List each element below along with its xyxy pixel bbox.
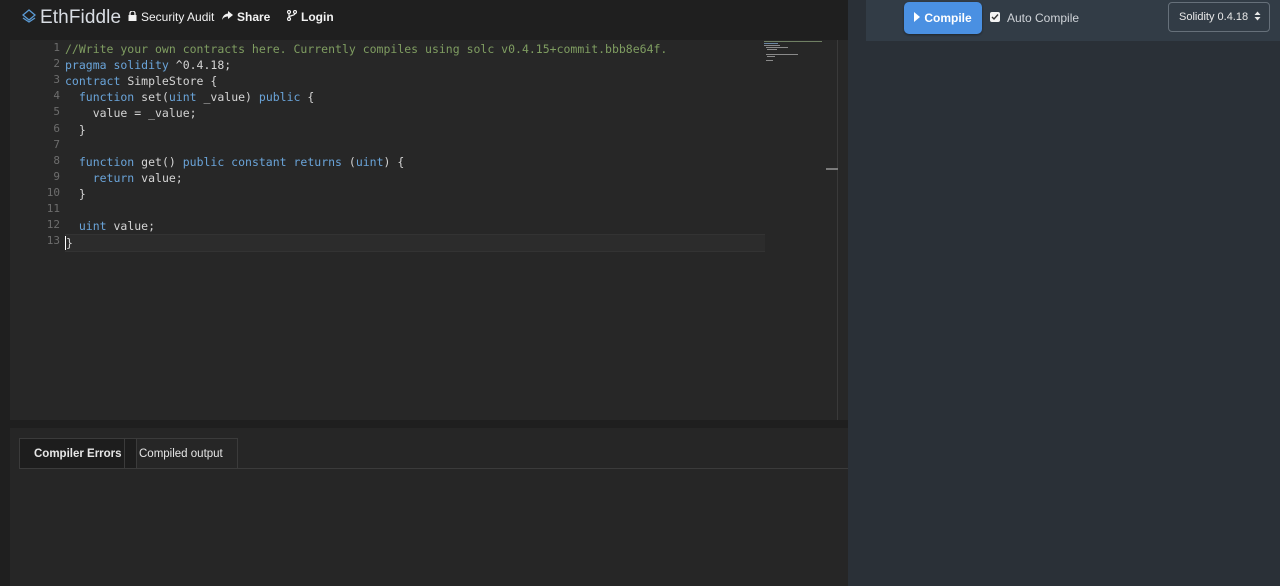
check-icon (991, 8, 999, 26)
solidity-version-value: Solidity 0.4.18 (1179, 11, 1249, 23)
code-token: _value) (196, 90, 259, 105)
code-line[interactable]: pragma solidity ^0.4.18; (65, 57, 231, 73)
code-token: } (65, 186, 86, 201)
code-line[interactable]: function set(uint _value) public { (65, 89, 314, 105)
code-token: public constant returns (182, 154, 342, 169)
code-token: return (65, 170, 135, 185)
line-number: 2 (53, 57, 60, 71)
line-number: 8 (53, 153, 60, 167)
code-token: uint (168, 90, 197, 105)
code-token: contract (65, 74, 121, 89)
brand[interactable]: EthFiddle (21, 7, 122, 29)
lock-icon (128, 10, 137, 24)
editor-scrollbar[interactable] (826, 40, 838, 420)
share-icon (222, 10, 233, 24)
code-token: ^0.4.18; (168, 58, 232, 73)
code-editor[interactable]: 1 2 3 4 5 6 7 8 9 10 11 12 13 //Write your own contr… (10, 40, 848, 420)
auto-compile-checkbox[interactable] (990, 12, 1000, 22)
git-branch-icon (286, 9, 298, 24)
code-line[interactable]: } (65, 186, 86, 202)
share-label: Share (237, 10, 271, 24)
code-line[interactable]: value = _value; (65, 105, 197, 121)
code-line[interactable]: } (65, 122, 86, 138)
login-label: Login (301, 10, 334, 24)
code-line[interactable]: contract SimpleStore { (65, 73, 217, 89)
tab-compiled-output[interactable]: Compiled output (124, 438, 238, 469)
brand-name: EthFiddle (40, 7, 122, 28)
login-link[interactable]: Login (286, 9, 334, 24)
line-number: 11 (46, 202, 60, 215)
code-line[interactable]: uint value; (65, 218, 155, 234)
ethfiddle-logo-icon (21, 8, 37, 28)
code-token: } (65, 236, 73, 251)
code-token: ( (341, 154, 356, 169)
code-token: } (65, 122, 86, 137)
line-number: 13 (46, 234, 60, 248)
line-number: 4 (53, 89, 60, 103)
code-token: value; (106, 219, 156, 234)
code-line[interactable]: function get() public constant returns (… (65, 154, 404, 170)
security-audit-link[interactable]: Security Audit (128, 10, 214, 24)
output-panel: Compiler Errors Compiled output (10, 428, 848, 586)
code-token: //Write your own contracts here. Current… (65, 42, 668, 56)
code-token: value; (134, 170, 183, 185)
security-audit-label: Security Audit (141, 10, 215, 24)
code-token: function (65, 90, 135, 105)
tab-divider (19, 468, 848, 469)
select-arrows-icon (1254, 10, 1261, 25)
line-number: 9 (53, 169, 60, 183)
code-token: ) { (383, 154, 405, 169)
code-minimap[interactable] (764, 40, 836, 62)
line-number: 1 (53, 41, 60, 54)
code-line[interactable]: } (65, 234, 765, 253)
line-number: 6 (53, 121, 60, 135)
play-icon (914, 11, 921, 25)
code-token: get() (134, 154, 183, 169)
code-token: SimpleStore { (120, 74, 218, 89)
scroll-position-marker (826, 168, 838, 170)
line-number: 12 (46, 218, 60, 232)
auto-compile-label: Auto Compile (1007, 11, 1080, 25)
line-number: 7 (53, 137, 60, 151)
compile-toolbar: Compile Auto Compile Solidity 0.4.18 (866, 0, 1280, 41)
tab-compiler-errors[interactable]: Compiler Errors (19, 438, 137, 469)
code-token: set( (134, 90, 169, 105)
line-number: 5 (53, 105, 60, 119)
code-line[interactable]: //Write your own contracts here. Current… (65, 41, 667, 57)
code-token: { (300, 90, 315, 105)
line-number: 3 (53, 73, 60, 87)
code-token: value = _value; (65, 106, 197, 121)
line-number-gutter: 1 2 3 4 5 6 7 8 9 10 11 12 13 (10, 40, 60, 420)
code-token: public (258, 90, 301, 105)
right-panel: Compile Auto Compile Solidity 0.4.18 (848, 0, 1280, 586)
code-token: function (65, 154, 135, 169)
code-token: uint (355, 154, 384, 169)
line-number: 10 (46, 185, 60, 199)
code-token: uint (65, 219, 107, 234)
compile-label: Compile (924, 11, 972, 25)
compile-button[interactable]: Compile (904, 2, 982, 34)
solidity-version-select[interactable]: Solidity 0.4.18 (1168, 2, 1270, 32)
code-token: pragma solidity (65, 58, 169, 73)
code-line[interactable]: return value; (65, 170, 183, 186)
share-link[interactable]: Share (222, 10, 270, 24)
top-nav: EthFiddle Security Audit Share Login (0, 0, 848, 38)
